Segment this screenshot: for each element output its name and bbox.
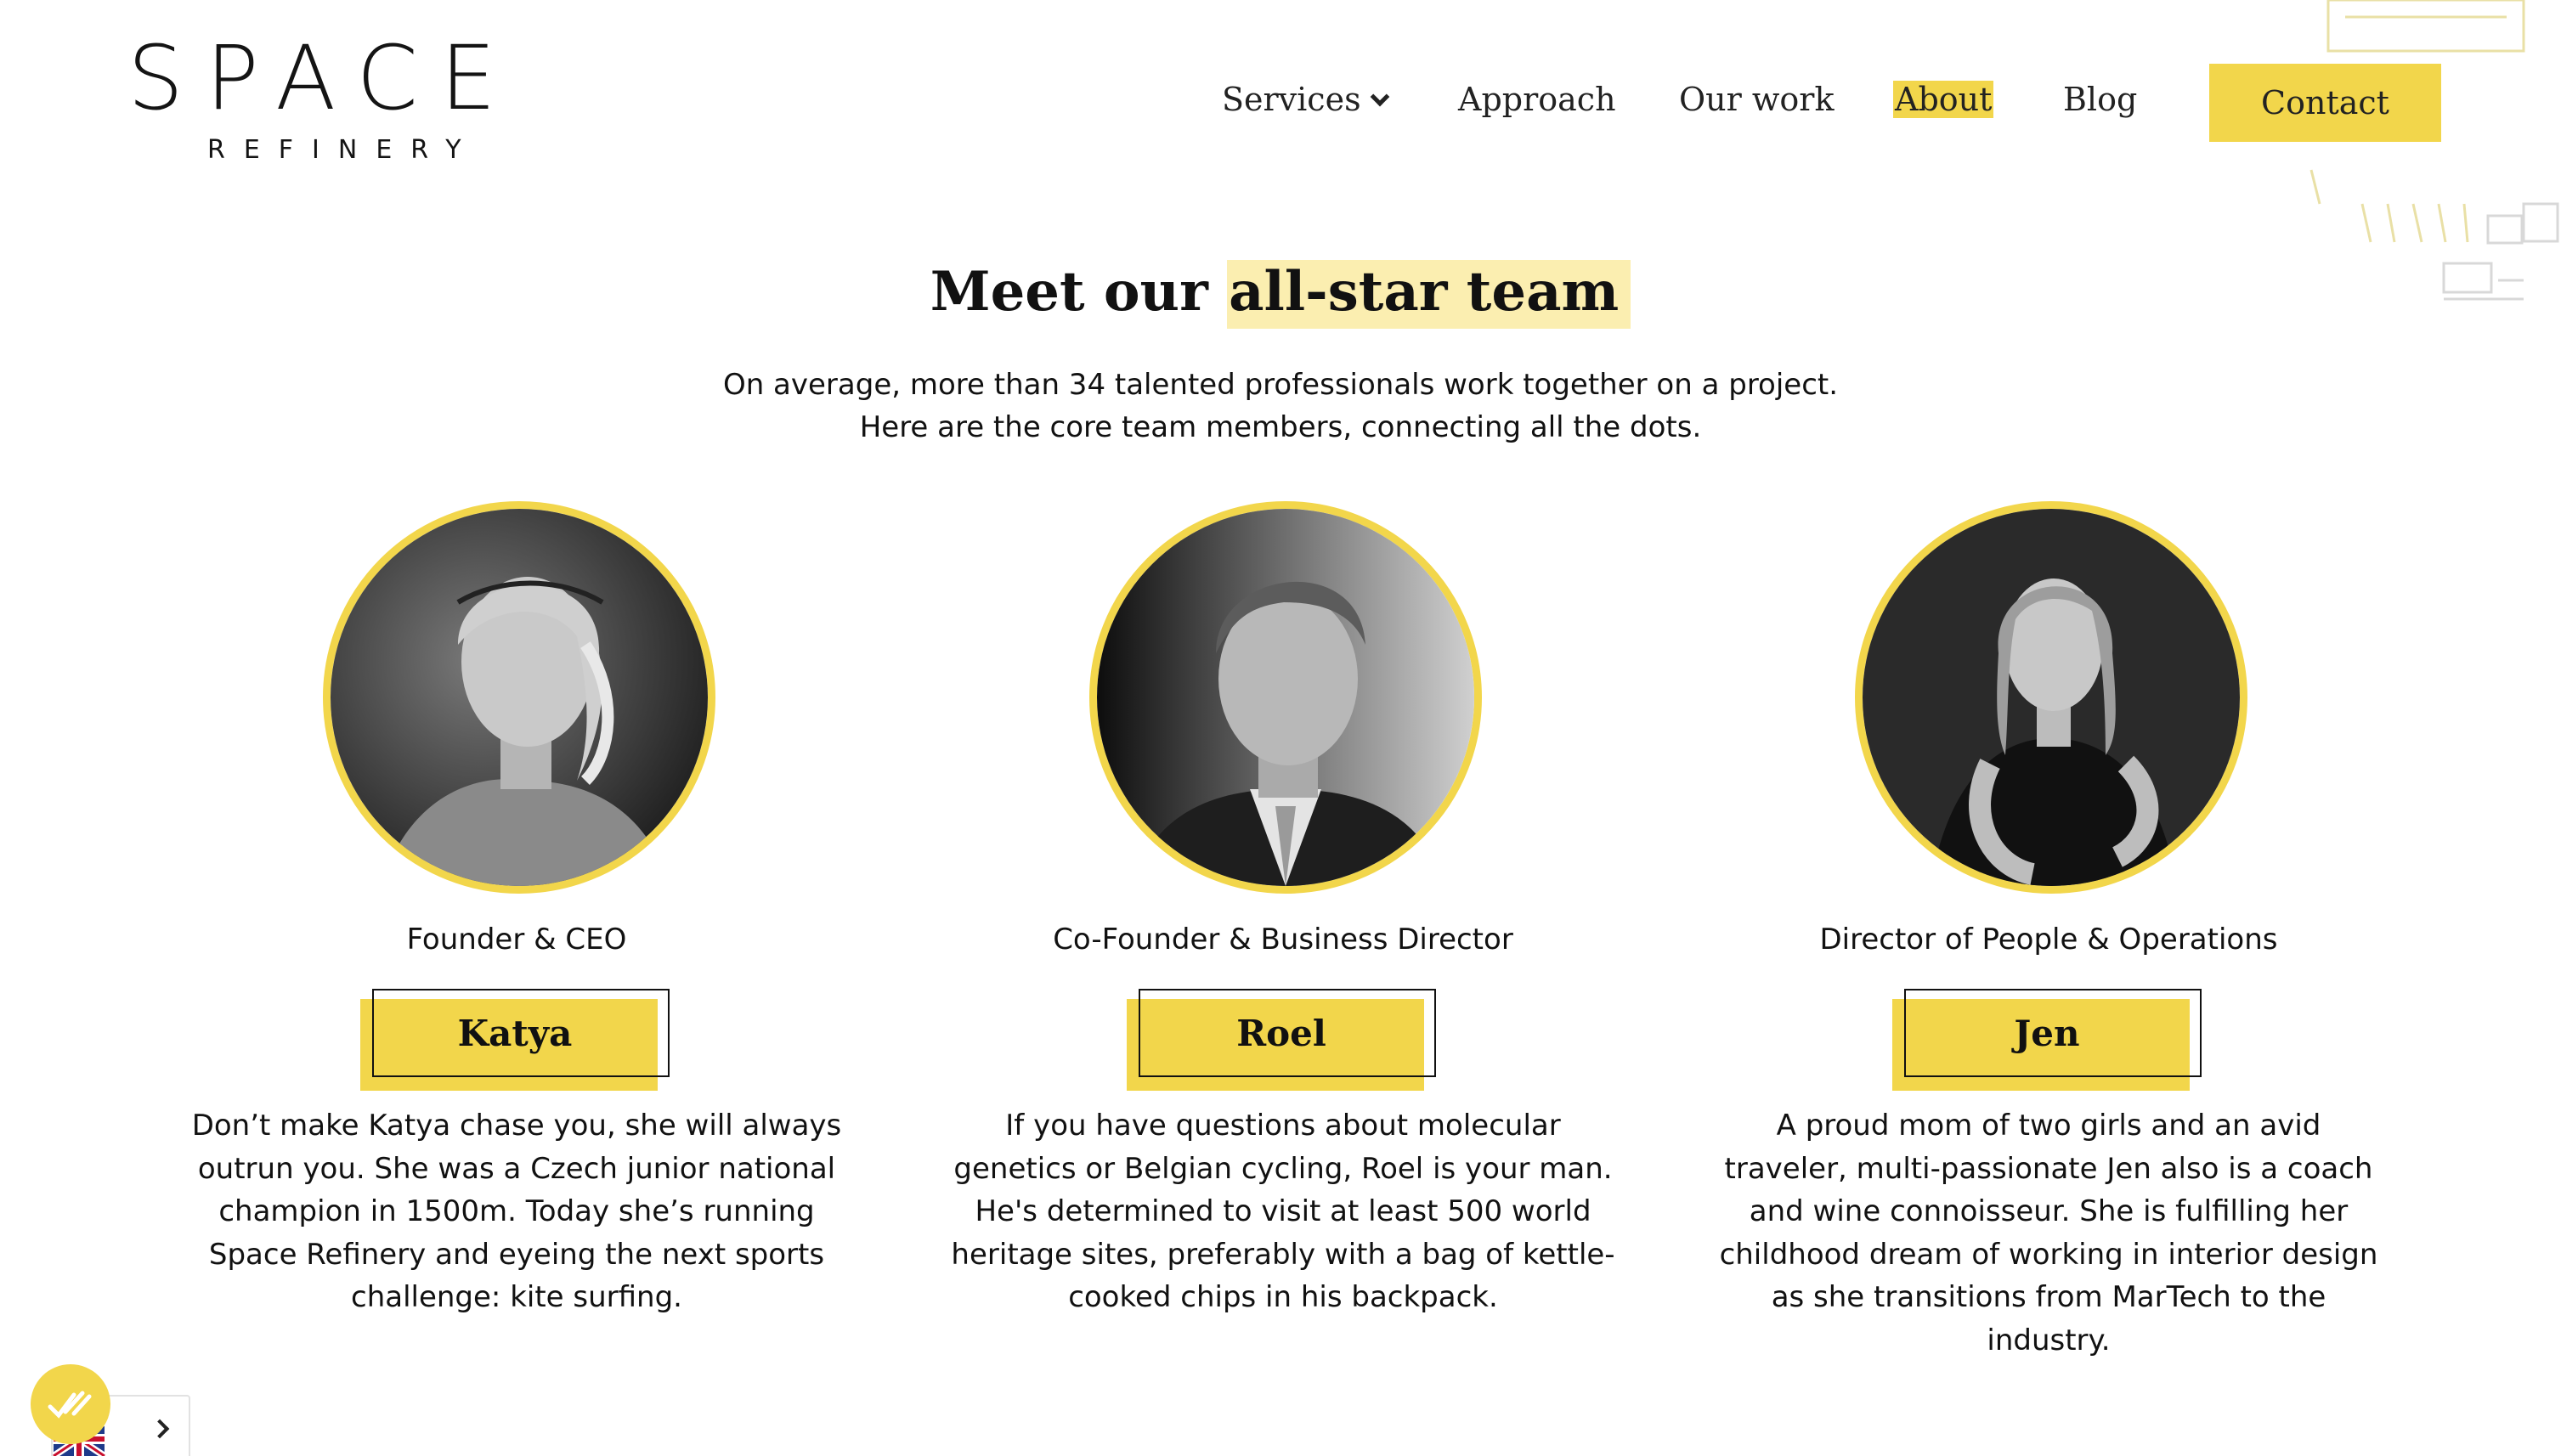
bio-line: and wine connoisseur. She is fulfilling … (1749, 1194, 2349, 1228)
cookie-consent-icon (48, 1391, 92, 1419)
member-role: Co-Founder & Business Director (1053, 923, 1513, 957)
nav-item-approach[interactable]: Approach (1458, 61, 1616, 138)
member-role: Director of People & Operations (1819, 923, 2278, 957)
member-role: Founder & CEO (406, 923, 627, 957)
page-title-highlight: all-star team (1227, 260, 1631, 329)
intro-text: On average, more than 34 talented profes… (0, 364, 2561, 449)
bio-line: Don’t make Katya chase you, she will alw… (191, 1109, 842, 1143)
portrait-image (1097, 509, 1474, 886)
nav-item-about[interactable]: About (1893, 61, 1994, 138)
bio-line: childhood dream of working in interior d… (1719, 1237, 2378, 1272)
chevron-right-icon (150, 1419, 170, 1439)
bio-line: outrun you. She was a Czech junior natio… (197, 1151, 836, 1186)
chevron-down-icon (1370, 87, 1389, 107)
avatar-photo (323, 501, 715, 894)
bio-line: industry. (1987, 1323, 2111, 1357)
member-bio: A proud mom of two girls and an avid tra… (1700, 1104, 2397, 1362)
page-title: Meet our all-star team (0, 255, 2561, 330)
nav-item-label: Services (1222, 81, 1361, 118)
bio-line: traveler, multi-passionate Jen also is a… (1724, 1151, 2373, 1186)
bio-line: genetics or Belgian cycling, Roel is you… (953, 1151, 1613, 1186)
member-name: Roel (1236, 1012, 1326, 1054)
logo-main-text: SPACE (127, 26, 518, 130)
nav-item-label: Our work (1679, 81, 1835, 118)
bio-line: A proud mom of two girls and an avid (1776, 1109, 2321, 1143)
member-name-box: Katya (360, 989, 670, 1091)
nav-item-label: Approach (1458, 81, 1616, 118)
bio-line: cooked chips in his backpack. (1068, 1280, 1498, 1314)
intro-line: Here are the core team members, connecti… (859, 410, 1702, 444)
nav-item-our-work[interactable]: Our work (1679, 61, 1834, 138)
bio-line: as she transitions from MarTech to the (1771, 1280, 2326, 1314)
bio-line: champion in 1500m. Today she’s running (218, 1194, 815, 1228)
bio-line: If you have questions about molecular (1005, 1109, 1561, 1143)
nav-item-label: Blog (2063, 81, 2138, 118)
bio-line: challenge: kite surfing. (351, 1280, 682, 1314)
avatar-photo (1089, 501, 1482, 894)
member-bio: Don’t make Katya chase you, she will alw… (168, 1104, 865, 1319)
cookie-consent-button[interactable] (31, 1364, 110, 1444)
avatar-photo (1855, 501, 2247, 894)
nav-item-blog[interactable]: Blog (2063, 61, 2137, 138)
member-name-box: Roel (1127, 989, 1436, 1091)
page-title-prefix: Meet our (930, 260, 1228, 324)
bio-line: Space Refinery and eyeing the next sport… (208, 1237, 825, 1272)
nav-item-services[interactable]: Services (1222, 61, 1389, 138)
nav-item-label: About (1893, 81, 1994, 118)
logo-sub-text: REFINERY (207, 135, 480, 165)
bio-line: He's determined to visit at least 500 wo… (975, 1194, 1591, 1228)
portrait-image (1863, 509, 2240, 886)
bio-line: heritage sites, preferably with a bag of… (951, 1237, 1615, 1272)
member-bio: If you have questions about molecular ge… (935, 1104, 1631, 1319)
member-name-box: Jen (1892, 989, 2202, 1091)
portrait-image (331, 509, 708, 886)
member-name: Jen (2014, 1012, 2080, 1054)
intro-line: On average, more than 34 talented profes… (722, 368, 1839, 402)
member-name: Katya (457, 1012, 573, 1054)
logo[interactable]: SPACE REFINERY (127, 34, 510, 170)
